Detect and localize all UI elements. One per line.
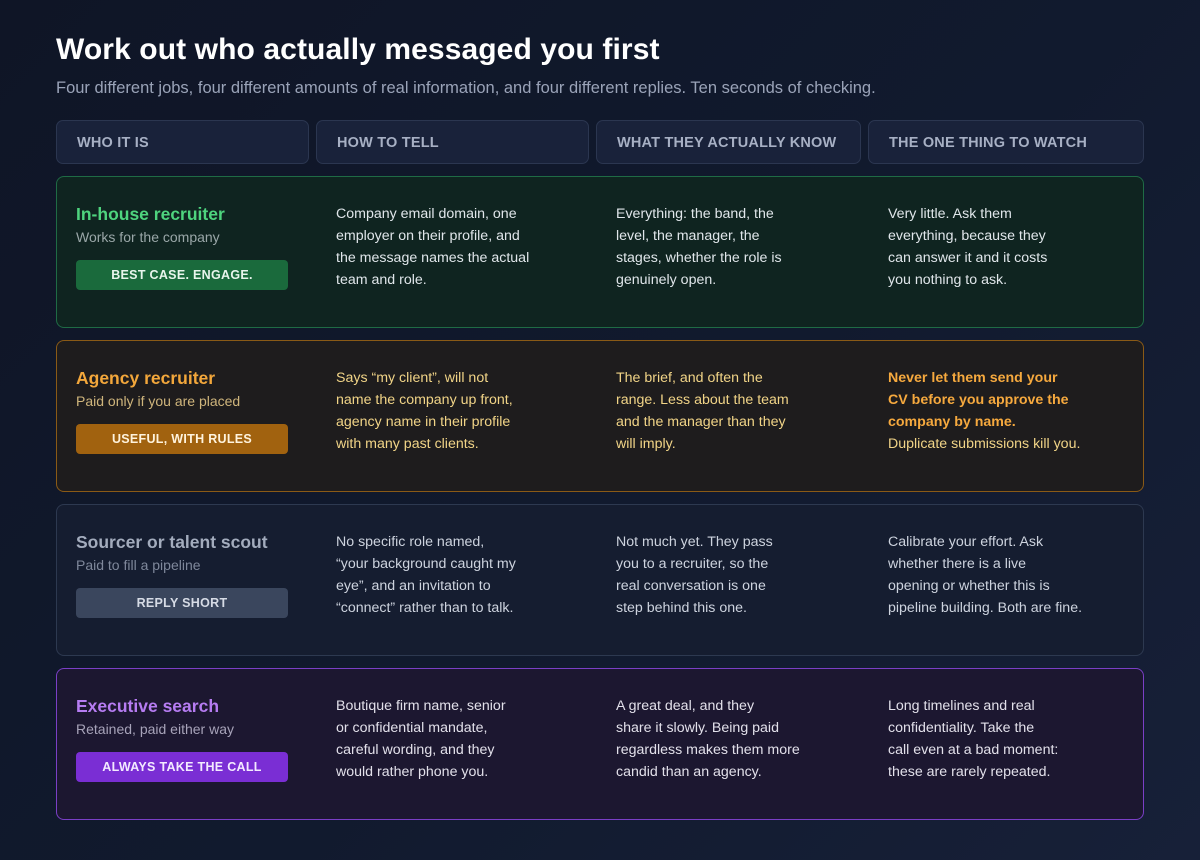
- text-line: eye”, and an invitation to: [336, 578, 491, 594]
- text-line: The brief, and often the: [616, 370, 763, 386]
- role-title: Executive search: [76, 696, 220, 716]
- table-row: Sourcer or talent scout Paid to fill a p…: [56, 504, 1144, 656]
- text-line: or confidential mandate,: [336, 720, 488, 736]
- action-badge[interactable]: USEFUL, WITH RULES: [76, 424, 288, 454]
- what-they-know-cell: The brief, and often the range. Less abo…: [616, 367, 816, 455]
- text-line: Calibrate your effort. Ask: [888, 534, 1044, 550]
- text-line: careful wording, and they: [336, 742, 495, 758]
- text-line: confidentiality. Take the: [888, 720, 1035, 736]
- thing-to-watch-cell: Calibrate your effort. Ask whether there…: [888, 531, 1088, 619]
- table-row: In-house recruiter Works for the company…: [56, 176, 1144, 328]
- text-line: name the company up front,: [336, 392, 513, 408]
- text-line: share it slowly. Being paid: [616, 720, 779, 736]
- text-line: real conversation is one: [616, 578, 766, 594]
- header-know: WHAT THEY ACTUALLY KNOW: [596, 120, 861, 164]
- text-line: Very little. Ask them: [888, 206, 1012, 222]
- text-line: regardless makes them more: [616, 742, 800, 758]
- text-line: agency name in their profile: [336, 414, 511, 430]
- text-line: Long timelines and real: [888, 698, 1035, 714]
- text-line: genuinely open.: [616, 272, 717, 288]
- role-title: Agency recruiter: [76, 368, 216, 388]
- text-line: Boutique firm name, senior: [336, 698, 506, 714]
- role-subtitle: Paid to fill a pipeline: [76, 557, 201, 573]
- text-line: Duplicate submissions kill you.: [888, 436, 1081, 452]
- text-line: will imply.: [616, 436, 676, 452]
- text-line: you to a recruiter, so the: [616, 556, 769, 572]
- page: Work out who actually messaged you first…: [56, 32, 1144, 820]
- thing-to-watch-cell: Never let them send your CV before you a…: [888, 367, 1088, 455]
- text-line: Company email domain, one: [336, 206, 517, 222]
- text-line: team and role.: [336, 272, 427, 288]
- text-line: “your background caught my: [336, 556, 516, 572]
- warning-line: Never let them send your: [888, 370, 1058, 386]
- how-to-tell-cell: Company email domain, one employer on th…: [336, 203, 551, 291]
- text-line: candid than an agency.: [616, 764, 762, 780]
- who-cell: Sourcer or talent scout Paid to fill a p…: [76, 531, 290, 618]
- text-line: would rather phone you.: [336, 764, 489, 780]
- text-line: step behind this one.: [616, 600, 747, 616]
- role-title: In-house recruiter: [76, 204, 225, 224]
- page-subtitle: Four different jobs, four different amou…: [56, 79, 876, 97]
- action-badge[interactable]: BEST CASE. ENGAGE.: [76, 260, 288, 290]
- how-to-tell-cell: Says “my client”, will not name the comp…: [336, 367, 551, 455]
- text-line: level, the manager, the: [616, 228, 760, 244]
- text-line: call even at a bad moment:: [888, 742, 1059, 758]
- text-line: range. Less about the team: [616, 392, 789, 408]
- role-subtitle: Paid only if you are placed: [76, 393, 241, 409]
- table-row: Executive search Retained, paid either w…: [56, 668, 1144, 820]
- text-line: A great deal, and they: [616, 698, 755, 714]
- page-title: Work out who actually messaged you first: [56, 33, 660, 66]
- text-line: these are rarely repeated.: [888, 764, 1051, 780]
- text-line: Everything: the band, the: [616, 206, 774, 222]
- text-line: Not much yet. They pass: [616, 534, 773, 550]
- header-how: HOW TO TELL: [316, 120, 589, 164]
- text-line: the message names the actual: [336, 250, 530, 266]
- text-line: whether there is a live: [888, 556, 1027, 572]
- text-line: everything, because they: [888, 228, 1046, 244]
- table-row: Agency recruiter Paid only if you are pl…: [56, 340, 1144, 492]
- text-line: and the manager than they: [616, 414, 786, 430]
- text-line: Says “my client”, will not: [336, 370, 489, 386]
- action-badge[interactable]: REPLY SHORT: [76, 588, 288, 618]
- thing-to-watch-cell: Very little. Ask them everything, becaus…: [888, 203, 1088, 291]
- text-line: stages, whether the role is: [616, 250, 782, 266]
- warning-line: company by name.: [888, 414, 1016, 430]
- text-line: opening or whether this is: [888, 578, 1050, 594]
- how-to-tell-cell: Boutique firm name, senior or confidenti…: [336, 695, 551, 783]
- text-line: with many past clients.: [336, 436, 479, 452]
- who-cell: Executive search Retained, paid either w…: [76, 695, 290, 782]
- text-line: “connect” rather than to talk.: [336, 600, 514, 616]
- text-line: employer on their profile, and: [336, 228, 520, 244]
- header-who: WHO IT IS: [56, 120, 309, 164]
- thing-to-watch-cell: Long timelines and real confidentiality.…: [888, 695, 1088, 783]
- text-line: can answer it and it costs: [888, 250, 1048, 266]
- what-they-know-cell: Everything: the band, the level, the man…: [616, 203, 816, 291]
- who-cell: Agency recruiter Paid only if you are pl…: [76, 367, 290, 454]
- role-subtitle: Works for the company: [76, 229, 220, 245]
- text-line: pipeline building. Both are fine.: [888, 600, 1083, 616]
- what-they-know-cell: A great deal, and they share it slowly. …: [616, 695, 816, 783]
- text-line: No specific role named,: [336, 534, 485, 550]
- header-watch: THE ONE THING TO WATCH: [868, 120, 1144, 164]
- table-header: WHO IT IS HOW TO TELL WHAT THEY ACTUALLY…: [56, 120, 1144, 164]
- how-to-tell-cell: No specific role named, “your background…: [336, 531, 551, 619]
- text-line: you nothing to ask.: [888, 272, 1008, 288]
- who-cell: In-house recruiter Works for the company…: [76, 203, 290, 290]
- warning-line: CV before you approve the: [888, 392, 1069, 408]
- action-badge[interactable]: ALWAYS TAKE THE CALL: [76, 752, 288, 782]
- role-subtitle: Retained, paid either way: [76, 721, 234, 737]
- role-title: Sourcer or talent scout: [76, 532, 268, 552]
- what-they-know-cell: Not much yet. They pass you to a recruit…: [616, 531, 816, 619]
